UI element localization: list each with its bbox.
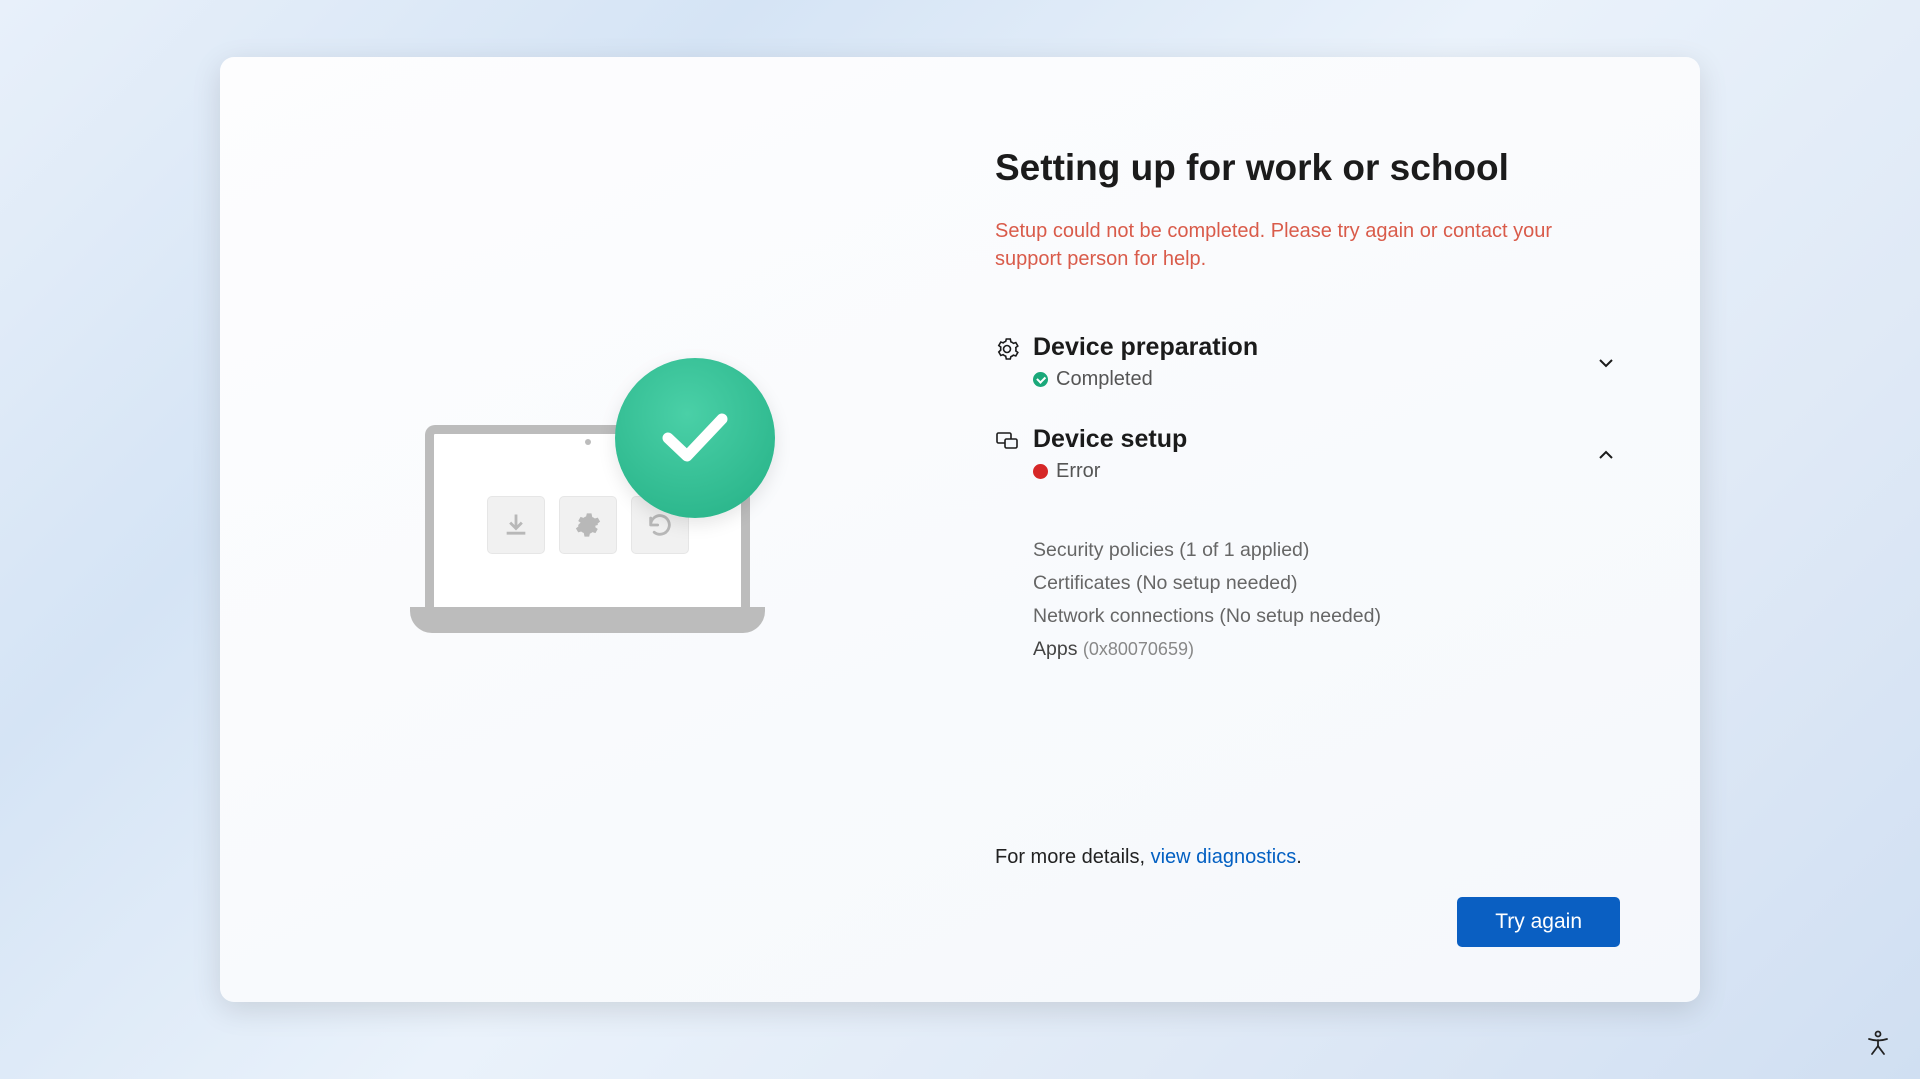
chevron-down-icon[interactable] [1596,353,1620,377]
footer: For more details, view diagnostics. Try … [995,846,1620,947]
detail-apps: Apps (0x80070659) [1033,638,1620,661]
devices-icon [995,429,1019,453]
step-device-preparation[interactable]: Device preparation Completed [995,333,1620,391]
detail-security-policies: Security policies (1 of 1 applied) [1033,539,1620,562]
try-again-button[interactable]: Try again [1457,897,1620,947]
illustration-pane [220,57,960,1002]
step-device-setup[interactable]: Device setup Error [995,425,1620,483]
apps-label: Apps [1033,638,1077,660]
steps-list: Device preparation Completed Device setu… [995,333,1620,661]
diagnostics-suffix: . [1296,846,1302,868]
error-message: Setup could not be completed. Please try… [995,217,1555,273]
status-text: Completed [1056,368,1153,391]
step-status: Error [1033,460,1560,483]
checkmark-badge-icon [615,358,775,518]
step-title: Device setup [1033,425,1560,454]
diagnostics-prefix: For more details, [995,846,1151,868]
gear-icon [995,337,1019,361]
setup-card: Setting up for work or school Setup coul… [220,57,1700,1002]
content-pane: Setting up for work or school Setup coul… [960,57,1700,1002]
view-diagnostics-link[interactable]: view diagnostics [1151,846,1297,868]
detail-certificates: Certificates (No setup needed) [1033,572,1620,595]
download-icon [487,496,545,554]
device-setup-details: Security policies (1 of 1 applied) Certi… [1033,539,1620,661]
laptop-camera [585,439,591,445]
status-error-icon [1033,464,1048,479]
status-completed-icon [1033,372,1048,387]
step-status: Completed [1033,368,1560,391]
status-text: Error [1056,460,1100,483]
detail-network: Network connections (No setup needed) [1033,605,1620,628]
accessibility-icon[interactable] [1864,1029,1892,1057]
diagnostics-line: For more details, view diagnostics. [995,846,1620,869]
page-title: Setting up for work or school [995,147,1620,189]
apps-error-code: (0x80070659) [1083,639,1194,659]
laptop-illustration [410,360,770,640]
laptop-base [410,607,765,633]
chevron-up-icon[interactable] [1596,445,1620,469]
step-title: Device preparation [1033,333,1560,362]
gear-icon [559,496,617,554]
